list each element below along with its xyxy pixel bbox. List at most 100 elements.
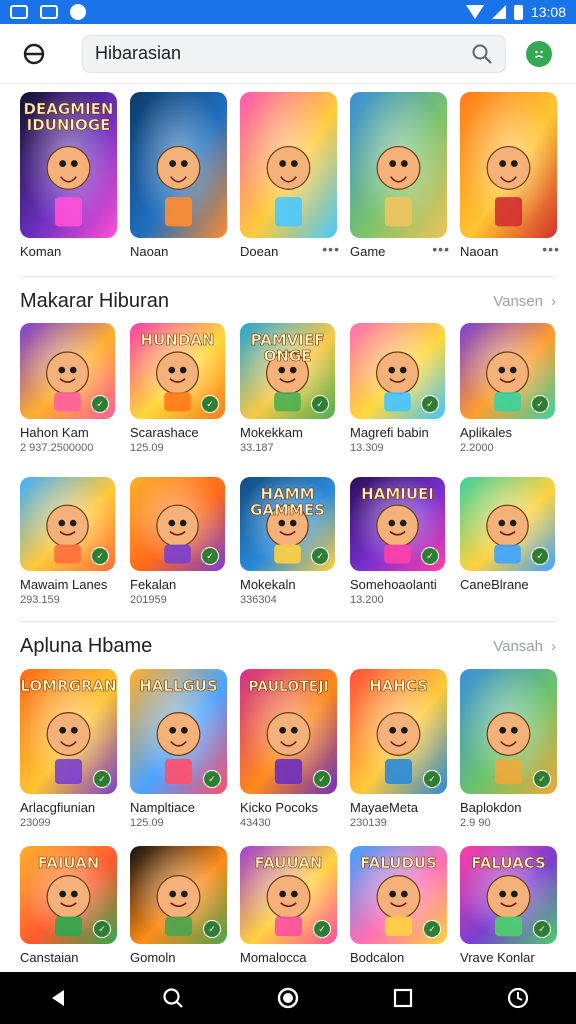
app-card[interactable]: LOMRGRAN ✓ Arlacgfiunian 23099 (20, 669, 130, 829)
app-card[interactable]: ✓ CaneBlrane (460, 477, 570, 606)
back-button[interactable] (16, 36, 52, 72)
app-card[interactable]: FALUDUS ✓ Bodcalon (350, 846, 460, 965)
search-box[interactable] (82, 34, 506, 73)
app-icon-image[interactable]: FAUUAN ✓ (240, 846, 337, 944)
rating-badge-icon: ✓ (313, 770, 331, 788)
app-icon-image[interactable]: HAMM GAMMES ✓ (240, 477, 335, 571)
app-icon-image[interactable]: LOMRGRAN ✓ (20, 669, 117, 794)
app-meta: 33.187 (240, 442, 274, 454)
app-icon-image[interactable]: DEAGMIEN IDUNIOGE (20, 92, 117, 238)
app-card[interactable]: Naoan (130, 92, 240, 259)
back-icon (23, 43, 45, 64)
search-icon[interactable] (471, 43, 493, 65)
app-card[interactable]: ✓ Fekalan 201959 (130, 477, 240, 606)
app-card[interactable]: FAIUAN ✓ Canstaian (20, 846, 130, 965)
svg-text:HUNDAN: HUNDAN (141, 331, 215, 349)
top-bar (0, 24, 576, 84)
app-card[interactable]: PAULOTEJI ✓ Kicko Pocoks 43430 (240, 669, 350, 829)
app-card[interactable]: HALLGUS ✓ Nampltiace 125.09 (130, 669, 240, 829)
app-card[interactable]: Game ••• (350, 92, 460, 259)
nav-assistant-button[interactable] (503, 983, 533, 1013)
section-more-label: Vansah (493, 638, 543, 655)
app-icon-image[interactable]: PAULOTEJI ✓ (240, 669, 337, 794)
app-card[interactable]: ✓ Aplikales 2.2000 (460, 323, 570, 454)
app-icon-image[interactable]: PAMVIEF ONGE ✓ (240, 323, 335, 419)
app-icon-image[interactable] (130, 92, 227, 238)
app-icon-image[interactable]: FAIUAN ✓ (20, 846, 117, 944)
app-meta: 230139 (350, 817, 387, 829)
rating-badge-icon: ✓ (203, 770, 221, 788)
app-meta: 2.9 90 (460, 817, 491, 829)
rating-badge-icon: ✓ (421, 395, 439, 413)
rating-badge-icon: ✓ (311, 395, 329, 413)
more-options-icon[interactable]: ••• (542, 241, 560, 257)
app-icon-image[interactable]: ✓ (460, 477, 555, 571)
app-row: ✓ Mawaim Lanes 293.159 ✓ Fekalan 201959 (20, 477, 570, 606)
section-more-link[interactable]: Vansah › (493, 638, 556, 655)
nav-home-button[interactable] (273, 983, 303, 1013)
app-name: Scarashace (130, 425, 199, 440)
app-name: CaneBlrane (460, 577, 529, 592)
nav-search-button[interactable] (158, 983, 188, 1013)
app-card[interactable]: ✓ Hahon Kam 2 937.2500000 (20, 323, 130, 454)
svg-text:FAUUAN: FAUUAN (255, 854, 323, 872)
app-icon-image[interactable]: HAMIUEI ✓ (350, 477, 445, 571)
app-card[interactable]: ✓ Gomoln (130, 846, 240, 965)
app-card[interactable]: HUNDAN ✓ Scarashace 125.09 (130, 323, 240, 454)
status-bar: 13:08 (0, 0, 576, 24)
svg-text:FALUACS: FALUACS (471, 854, 546, 872)
app-icon-image[interactable]: HUNDAN ✓ (130, 323, 225, 419)
app-icon-image[interactable]: FALUDUS ✓ (350, 846, 447, 944)
app-icon-image[interactable]: ✓ (130, 477, 225, 571)
more-options-icon[interactable]: ••• (322, 241, 340, 257)
nav-recents-button[interactable] (388, 983, 418, 1013)
app-meta: 13.309 (350, 442, 384, 454)
nav-back-button[interactable] (43, 983, 73, 1013)
app-icon-image[interactable] (350, 92, 447, 238)
avatar[interactable] (526, 40, 552, 67)
app-card[interactable]: FALUACS ✓ Vrave Konlar (460, 846, 570, 965)
app-name: Naoan (130, 244, 169, 259)
rating-badge-icon: ✓ (91, 395, 109, 413)
app-icon-image[interactable] (240, 92, 337, 238)
svg-text:ONGE: ONGE (264, 347, 312, 365)
svg-text:HAMIUEI: HAMIUEI (361, 485, 434, 503)
app-card[interactable]: HAMIUEI ✓ Somehoaolanti 13.200 (350, 477, 460, 606)
app-card[interactable]: DEAGMIEN IDUNIOGE Koman (20, 92, 130, 259)
svg-text:FALUDUS: FALUDUS (360, 854, 437, 872)
app-meta: 293.159 (20, 594, 60, 606)
app-card[interactable]: ✓ Baplokdon 2.9 90 (460, 669, 570, 829)
chevron-right-icon: › (551, 638, 556, 655)
app-card[interactable]: FAUUAN ✓ Momalocca (240, 846, 350, 965)
section-title: Apluna Hbame (20, 635, 153, 657)
app-card[interactable]: HAMM GAMMES ✓ Mokekaln 336304 (240, 477, 350, 606)
app-icon-image[interactable]: ✓ (20, 477, 115, 571)
rating-badge-icon: ✓ (91, 547, 109, 565)
app-card[interactable]: ✓ Magrefi babin 13.309 (350, 323, 460, 454)
app-icon-image[interactable]: ✓ (460, 669, 557, 794)
app-meta: 23099 (20, 817, 51, 829)
search-icon (163, 988, 183, 1008)
app-meta: 2 937.2500000 (20, 442, 94, 454)
app-icon-image[interactable]: ✓ (350, 323, 445, 419)
system-nav-bar (0, 972, 576, 1024)
app-icon-image[interactable]: HAHCS ✓ (350, 669, 447, 794)
app-icon-image[interactable]: FALUACS ✓ (460, 846, 557, 944)
app-card[interactable]: Naoan ••• (460, 92, 570, 259)
app-card[interactable]: HAHCS ✓ MayaeMeta 230139 (350, 669, 460, 829)
app-card[interactable]: ✓ Mawaim Lanes 293.159 (20, 477, 130, 606)
app-card[interactable]: PAMVIEF ONGE ✓ Mokekkam 33.187 (240, 323, 350, 454)
more-options-icon[interactable]: ••• (432, 241, 450, 257)
app-icon-image[interactable]: ✓ (20, 323, 115, 419)
app-icon-image[interactable]: HALLGUS ✓ (130, 669, 227, 794)
app-name: Momalocca (240, 950, 307, 965)
rating-badge-icon: ✓ (531, 547, 549, 565)
app-icon-image[interactable]: ✓ (460, 323, 555, 419)
section-more-link[interactable]: Vansen › (493, 293, 556, 310)
app-row: FAIUAN ✓ Canstaian ✓ Gomoln FAUUAN ✓ Mom… (20, 846, 570, 965)
app-icon-image[interactable]: ✓ (130, 846, 227, 944)
app-card[interactable]: Doean ••• (240, 92, 350, 259)
search-input[interactable] (95, 43, 471, 64)
app-name: Vrave Konlar (460, 950, 535, 965)
app-icon-image[interactable] (460, 92, 557, 238)
